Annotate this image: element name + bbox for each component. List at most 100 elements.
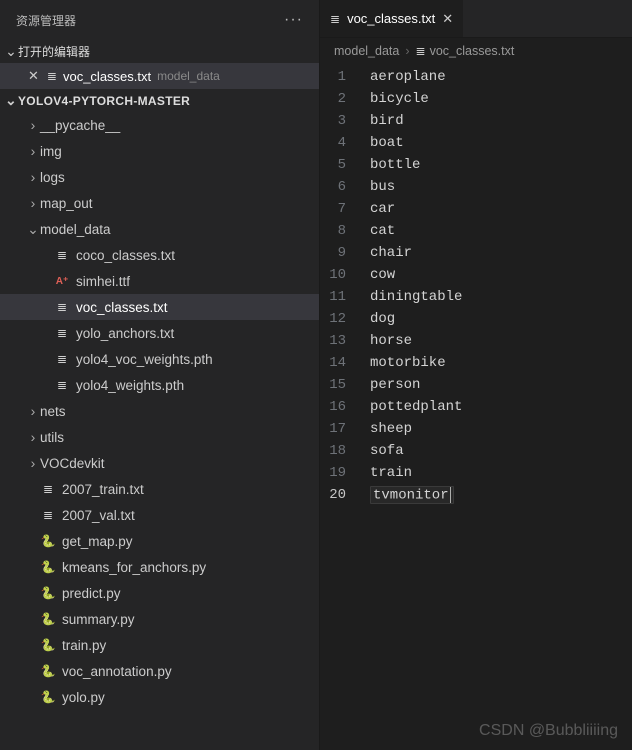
- tree-item-label: yolo_anchors.txt: [76, 326, 174, 341]
- line-content: sheep: [370, 421, 412, 437]
- tree-item-label: model_data: [40, 222, 111, 237]
- explorer-sidebar: 资源管理器 ··· ⌄ 打开的编辑器 ✕ ≣ voc_classes.txt m…: [0, 0, 320, 750]
- line-number: 2: [320, 91, 370, 107]
- chevron-down-icon: ⌄: [26, 221, 40, 238]
- line-number: 1: [320, 69, 370, 85]
- tree-item-label: voc_annotation.py: [62, 664, 172, 679]
- project-header[interactable]: ⌄ YOLOV4-PYTORCH-MASTER: [0, 89, 319, 112]
- open-editors-header[interactable]: ⌄ 打开的编辑器: [0, 40, 319, 63]
- file-row[interactable]: 🐍train.py: [0, 632, 319, 658]
- file-row[interactable]: A⁺simhei.ttf: [0, 268, 319, 294]
- editor-line[interactable]: 15person: [320, 374, 632, 396]
- editor-line[interactable]: 20tvmonitor: [320, 484, 632, 506]
- breadcrumbs[interactable]: model_data › ≣ voc_classes.txt: [320, 38, 632, 64]
- tab-bar: ≣ voc_classes.txt ✕: [320, 0, 632, 38]
- tree-item-label: train.py: [62, 638, 106, 653]
- line-number: 3: [320, 113, 370, 129]
- chevron-right-icon: ›: [26, 455, 40, 471]
- tree-item-label: summary.py: [62, 612, 135, 627]
- open-editors-label: 打开的编辑器: [18, 43, 90, 60]
- file-row[interactable]: ≣2007_train.txt: [0, 476, 319, 502]
- more-icon[interactable]: ···: [284, 11, 303, 29]
- python-icon: 🐍: [40, 612, 56, 626]
- file-text-icon: ≣: [40, 508, 56, 522]
- chevron-down-icon: ⌄: [4, 43, 18, 60]
- editor-line[interactable]: 1aeroplane: [320, 66, 632, 88]
- editor-line[interactable]: 12dog: [320, 308, 632, 330]
- python-icon: 🐍: [40, 534, 56, 548]
- tree-item-label: map_out: [40, 196, 93, 211]
- editor-line[interactable]: 6bus: [320, 176, 632, 198]
- close-icon[interactable]: ✕: [442, 11, 453, 27]
- file-row[interactable]: 🐍 summary.py: [0, 606, 319, 632]
- tab-voc-classes[interactable]: ≣ voc_classes.txt ✕: [320, 0, 464, 37]
- file-row[interactable]: 🐍predict.py: [0, 580, 319, 606]
- code-editor[interactable]: 1aeroplane2bicycle3bird4boat5bottle6bus7…: [320, 64, 632, 750]
- tree-item-label: kmeans_for_anchors.py: [62, 560, 206, 575]
- folder-row[interactable]: ⌄model_data: [0, 216, 319, 242]
- line-content: aeroplane: [370, 69, 446, 85]
- file-text-icon: ≣: [54, 326, 70, 340]
- folder-row[interactable]: ›__pycache__: [0, 112, 319, 138]
- breadcrumb-folder[interactable]: model_data: [334, 44, 399, 58]
- folder-row[interactable]: ›nets: [0, 398, 319, 424]
- editor-line[interactable]: 9chair: [320, 242, 632, 264]
- editor-line[interactable]: 4boat: [320, 132, 632, 154]
- editor-line[interactable]: 18sofa: [320, 440, 632, 462]
- editor-line[interactable]: 13horse: [320, 330, 632, 352]
- editor-line[interactable]: 11diningtable: [320, 286, 632, 308]
- file-row[interactable]: ≣coco_classes.txt: [0, 242, 319, 268]
- python-icon: 🐍: [40, 560, 56, 574]
- chevron-right-icon: ›: [403, 44, 411, 58]
- line-number: 4: [320, 135, 370, 151]
- chevron-right-icon: ›: [26, 429, 40, 445]
- folder-row[interactable]: ›img: [0, 138, 319, 164]
- file-row[interactable]: 🐍 kmeans_for_anchors.py: [0, 554, 319, 580]
- editor-line[interactable]: 3bird: [320, 110, 632, 132]
- editor-line[interactable]: 2bicycle: [320, 88, 632, 110]
- folder-row[interactable]: ›utils: [0, 424, 319, 450]
- tab-filename: voc_classes.txt: [347, 11, 435, 26]
- line-content: cat: [370, 223, 395, 239]
- folder-row[interactable]: ›VOCdevkit: [0, 450, 319, 476]
- open-editor-item[interactable]: ✕ ≣ voc_classes.txt model_data: [0, 63, 319, 89]
- tree-item-label: yolo4_voc_weights.pth: [76, 352, 213, 367]
- project-name: YOLOV4-PYTORCH-MASTER: [18, 94, 190, 108]
- editor-line[interactable]: 8cat: [320, 220, 632, 242]
- file-text-icon: ≣: [47, 69, 57, 83]
- editor-line[interactable]: 19train: [320, 462, 632, 484]
- open-editor-filename: voc_classes.txt: [63, 69, 151, 84]
- folder-row[interactable]: ›logs: [0, 164, 319, 190]
- chevron-right-icon: ›: [26, 169, 40, 185]
- file-text-icon: ≣: [54, 352, 70, 366]
- line-content: motorbike: [370, 355, 446, 371]
- line-content: bicycle: [370, 91, 429, 107]
- file-row[interactable]: ≣voc_classes.txt: [0, 294, 319, 320]
- file-row[interactable]: ≣yolo4_weights.pth: [0, 372, 319, 398]
- editor-line[interactable]: 16pottedplant: [320, 396, 632, 418]
- line-number: 5: [320, 157, 370, 173]
- line-number: 18: [320, 443, 370, 459]
- file-row[interactable]: 🐍get_map.py: [0, 528, 319, 554]
- editor-line[interactable]: 10cow: [320, 264, 632, 286]
- breadcrumb-file[interactable]: voc_classes.txt: [430, 44, 515, 58]
- editor-line[interactable]: 14motorbike: [320, 352, 632, 374]
- close-icon[interactable]: ✕: [28, 68, 39, 84]
- line-number: 16: [320, 399, 370, 415]
- line-number: 17: [320, 421, 370, 437]
- folder-row[interactable]: ›map_out: [0, 190, 319, 216]
- tree-item-label: predict.py: [62, 586, 121, 601]
- file-row[interactable]: ≣ yolo_anchors.txt: [0, 320, 319, 346]
- line-number: 6: [320, 179, 370, 195]
- tree-item-label: yolo4_weights.pth: [76, 378, 184, 393]
- file-row[interactable]: 🐍voc_annotation.py: [0, 658, 319, 684]
- file-row[interactable]: ≣2007_val.txt: [0, 502, 319, 528]
- chevron-right-icon: ›: [26, 117, 40, 133]
- file-text-icon: ≣: [416, 44, 426, 58]
- chevron-right-icon: ›: [26, 195, 40, 211]
- file-row[interactable]: 🐍yolo.py: [0, 684, 319, 710]
- editor-line[interactable]: 5bottle: [320, 154, 632, 176]
- file-row[interactable]: ≣ yolo4_voc_weights.pth: [0, 346, 319, 372]
- editor-line[interactable]: 17sheep: [320, 418, 632, 440]
- editor-line[interactable]: 7car: [320, 198, 632, 220]
